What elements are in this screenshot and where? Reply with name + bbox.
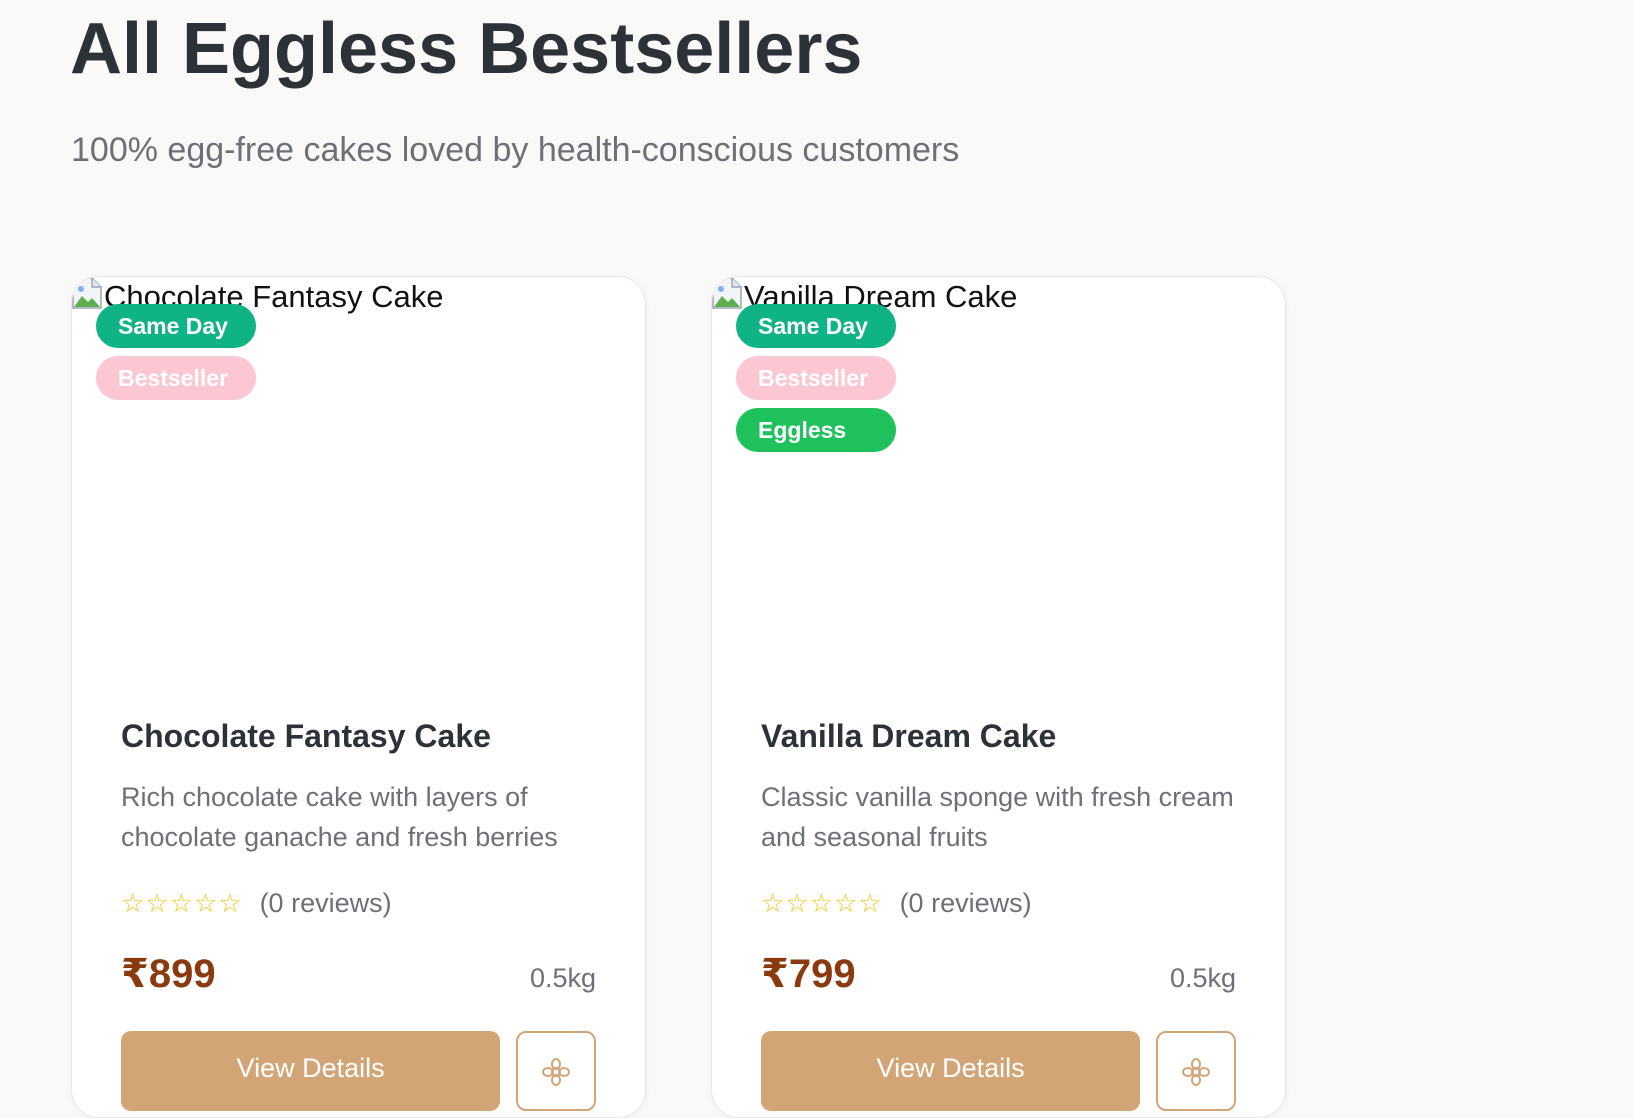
same-day-badge: Same Day: [736, 304, 896, 348]
star-outline-icon: ☆: [858, 888, 882, 919]
customize-button[interactable]: [516, 1031, 596, 1112]
star-outline-icon: ☆: [193, 888, 218, 919]
rating-row: ☆ ☆ ☆ ☆ ☆ (0 reviews): [761, 883, 1236, 923]
star-outline-icon: ☆: [169, 888, 193, 919]
star-outline-icon: ☆: [785, 888, 809, 919]
review-count: (0 reviews): [259, 887, 392, 918]
product-weight: 0.5kg: [529, 963, 596, 994]
badge-list: Same Day Bestseller: [96, 304, 256, 408]
eggless-badge: Eggless: [736, 408, 896, 452]
product-card[interactable]: Vanilla Dream Cake Same Day Bestseller E…: [711, 276, 1286, 1118]
badge-list: Same Day Bestseller Eggless: [736, 304, 896, 460]
view-details-button[interactable]: View Details: [121, 1031, 501, 1112]
product-image[interactable]: Vanilla Dream Cake Same Day Bestseller E…: [712, 277, 1285, 677]
product-name[interactable]: Chocolate Fantasy Cake: [121, 717, 596, 755]
product-card[interactable]: Chocolate Fantasy Cake Same Day Bestsell…: [71, 276, 646, 1118]
star-rating: ☆ ☆ ☆ ☆ ☆: [761, 890, 882, 916]
view-details-button[interactable]: View Details: [761, 1031, 1141, 1112]
flower-icon: [541, 1057, 571, 1092]
product-image[interactable]: Chocolate Fantasy Cake Same Day Bestsell…: [72, 277, 645, 677]
card-body: Chocolate Fantasy Cake Rich chocolate ca…: [121, 717, 596, 1112]
product-price: ₹799: [761, 952, 856, 997]
star-outline-icon: ☆: [145, 888, 169, 919]
star-outline-icon: ☆: [833, 888, 858, 919]
product-weight: 0.5kg: [1169, 963, 1236, 994]
customize-button[interactable]: [1156, 1031, 1236, 1112]
card-body: Vanilla Dream Cake Classic vanilla spong…: [761, 717, 1236, 1112]
star-outline-icon: ☆: [809, 888, 833, 919]
review-count: (0 reviews): [899, 887, 1032, 918]
star-rating: ☆ ☆ ☆ ☆ ☆: [121, 890, 242, 916]
star-outline-icon: ☆: [761, 888, 785, 919]
same-day-badge: Same Day: [96, 304, 256, 348]
rating-row: ☆ ☆ ☆ ☆ ☆ (0 reviews): [121, 883, 596, 923]
product-name[interactable]: Vanilla Dream Cake: [761, 717, 1236, 755]
bestseller-badge: Bestseller: [96, 356, 256, 400]
product-price: ₹899: [121, 952, 216, 997]
page-subtitle: 100% egg-free cakes loved by health-cons…: [71, 131, 960, 169]
page-title: All Eggless Bestsellers: [70, 9, 863, 89]
product-description: Classic vanilla sponge with fresh cream …: [761, 782, 1234, 853]
bestseller-badge: Bestseller: [736, 356, 896, 400]
flower-icon: [1181, 1057, 1211, 1092]
card-actions: View Details: [761, 1031, 1236, 1112]
card-actions: View Details: [121, 1031, 596, 1112]
star-outline-icon: ☆: [218, 888, 242, 919]
price-row: ₹899 0.5kg: [121, 951, 596, 997]
price-row: ₹799 0.5kg: [761, 951, 1236, 997]
star-outline-icon: ☆: [121, 888, 145, 919]
product-description: Rich chocolate cake with layers of choco…: [121, 782, 558, 853]
